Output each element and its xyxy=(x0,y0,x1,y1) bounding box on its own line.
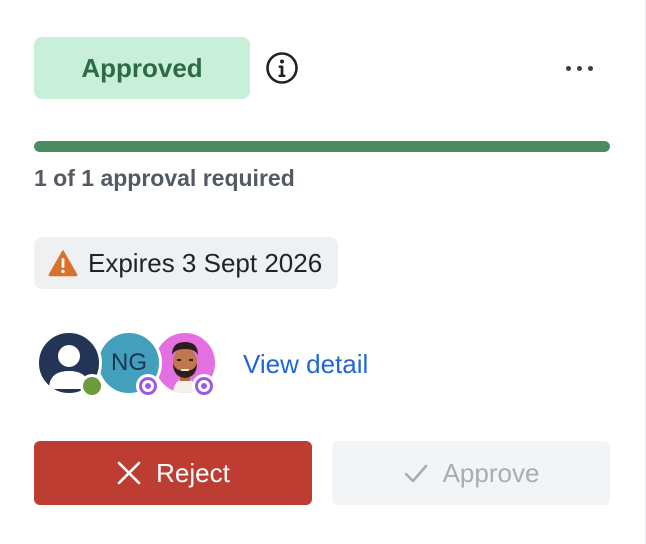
expiry-text: Expires 3 Sept 2026 xyxy=(88,247,323,278)
checkmark-icon xyxy=(404,464,427,483)
approve-label: Approve xyxy=(442,457,540,488)
approval-card: Approved 1 of 1 approval required Expire… xyxy=(0,0,646,544)
approve-button[interactable]: Approve xyxy=(332,441,610,505)
status-badge: Approved xyxy=(34,37,250,99)
approval-progress-fill xyxy=(34,141,610,152)
reject-button[interactable]: Reject xyxy=(34,441,312,505)
more-actions-button[interactable] xyxy=(556,52,602,84)
more-horizontal-icon xyxy=(565,65,571,71)
expiry-tag: Expires 3 Sept 2026 xyxy=(34,237,339,289)
warning-icon xyxy=(48,250,78,277)
reject-label: Reject xyxy=(156,457,230,488)
online-status-indicator xyxy=(80,374,104,398)
approval-count-text: 1 of 1 approval required xyxy=(34,165,295,191)
approval-progress-bar xyxy=(34,141,610,152)
status-ring-icon xyxy=(136,374,160,398)
view-detail-link[interactable]: View detail xyxy=(243,349,368,380)
status-ring-icon xyxy=(192,374,216,398)
info-icon[interactable] xyxy=(265,51,299,85)
close-icon xyxy=(117,461,141,485)
approver-avatars[interactable]: NG xyxy=(36,330,226,400)
